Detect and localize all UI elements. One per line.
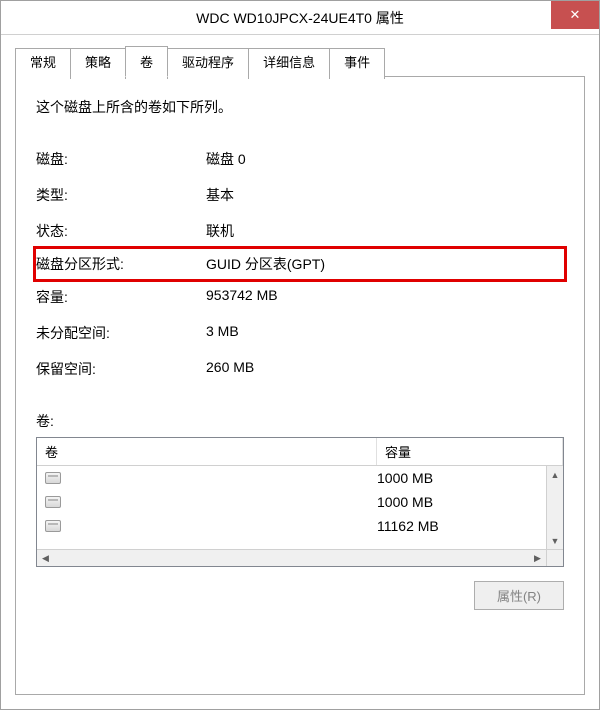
volumes-section: 卷: 卷 容量 1000 MB: [36, 411, 564, 674]
drive-icon: [45, 520, 61, 532]
tab-details[interactable]: 详细信息: [248, 48, 330, 79]
prop-partition-style: 磁盘分区形式: GUID 分区表(GPT): [33, 246, 567, 282]
prop-capacity-value: 953742 MB: [206, 287, 564, 307]
prop-disk: 磁盘: 磁盘 0: [36, 141, 564, 177]
tab-strip: 常规 策略 卷 驱动程序 详细信息 事件: [15, 45, 585, 77]
volume-capacity: 1000 MB: [377, 494, 538, 510]
drive-icon: [45, 496, 61, 508]
properties-window: WDC WD10JPCX-24UE4T0 属性 ✕ 常规 策略 卷 驱动程序 详…: [0, 0, 600, 710]
column-header-capacity[interactable]: 容量: [377, 438, 563, 465]
prop-capacity-label: 容量:: [36, 287, 206, 307]
scroll-up-icon[interactable]: ▲: [547, 466, 563, 483]
volumes-label: 卷:: [36, 411, 564, 431]
scroll-right-icon[interactable]: ▶: [529, 550, 546, 566]
scroll-track[interactable]: [547, 483, 563, 532]
close-icon: ✕: [570, 7, 581, 23]
volume-capacity: 11162 MB: [377, 518, 538, 534]
scroll-left-icon[interactable]: ◀: [37, 550, 54, 566]
tab-general[interactable]: 常规: [15, 48, 71, 79]
window-body: 常规 策略 卷 驱动程序 详细信息 事件 这个磁盘上所含的卷如下所列。 磁盘: …: [1, 35, 599, 709]
prop-type-label: 类型:: [36, 185, 206, 205]
volumes-rows-wrap: 1000 MB 1000 MB: [37, 466, 563, 549]
prop-reserved-value: 260 MB: [206, 359, 564, 379]
prop-reserved-label: 保留空间:: [36, 359, 206, 379]
prop-status: 状态: 联机: [36, 213, 564, 249]
prop-unallocated-label: 未分配空间:: [36, 323, 206, 343]
scroll-track[interactable]: [54, 550, 529, 566]
prop-partition-style-label: 磁盘分区形式:: [36, 254, 206, 274]
scroll-down-icon[interactable]: ▼: [547, 532, 563, 549]
volume-row[interactable]: 1000 MB: [37, 466, 546, 490]
volumes-header: 卷 容量: [37, 438, 563, 466]
prop-disk-value: 磁盘 0: [206, 149, 564, 169]
prop-type: 类型: 基本: [36, 177, 564, 213]
tab-driver[interactable]: 驱动程序: [167, 48, 249, 79]
disk-properties: 磁盘: 磁盘 0 类型: 基本 状态: 联机 磁盘分区形式: GUID 分区表(…: [36, 141, 564, 387]
tab-policies[interactable]: 策略: [70, 48, 126, 79]
close-button[interactable]: ✕: [551, 1, 599, 29]
prop-status-value: 联机: [206, 221, 564, 241]
horizontal-scrollbar[interactable]: ◀ ▶: [37, 549, 563, 566]
volume-row[interactable]: 11162 MB: [37, 514, 546, 538]
prop-capacity: 容量: 953742 MB: [36, 279, 564, 315]
volumes-rows: 1000 MB 1000 MB: [37, 466, 546, 549]
volume-row[interactable]: 1000 MB: [37, 490, 546, 514]
prop-reserved: 保留空间: 260 MB: [36, 351, 564, 387]
button-row: 属性(R): [36, 581, 564, 610]
prop-unallocated: 未分配空间: 3 MB: [36, 315, 564, 351]
drive-icon: [45, 472, 61, 484]
tab-volumes[interactable]: 卷: [125, 46, 168, 77]
prop-disk-label: 磁盘:: [36, 149, 206, 169]
volume-capacity: 1000 MB: [377, 470, 538, 486]
scroll-corner: [546, 550, 563, 566]
volumes-listbox[interactable]: 卷 容量 1000 MB: [36, 437, 564, 567]
window-title: WDC WD10JPCX-24UE4T0 属性: [1, 8, 599, 28]
prop-partition-style-value: GUID 分区表(GPT): [206, 254, 564, 274]
tab-content-volumes: 这个磁盘上所含的卷如下所列。 磁盘: 磁盘 0 类型: 基本 状态: 联机 磁盘…: [15, 77, 585, 695]
intro-text: 这个磁盘上所含的卷如下所列。: [36, 97, 564, 117]
prop-status-label: 状态:: [36, 221, 206, 241]
vertical-scrollbar[interactable]: ▲ ▼: [546, 466, 563, 549]
volume-properties-button[interactable]: 属性(R): [474, 581, 564, 610]
titlebar: WDC WD10JPCX-24UE4T0 属性 ✕: [1, 1, 599, 35]
prop-type-value: 基本: [206, 185, 564, 205]
tab-events[interactable]: 事件: [329, 48, 385, 79]
column-header-name[interactable]: 卷: [37, 438, 377, 465]
prop-unallocated-value: 3 MB: [206, 323, 564, 343]
